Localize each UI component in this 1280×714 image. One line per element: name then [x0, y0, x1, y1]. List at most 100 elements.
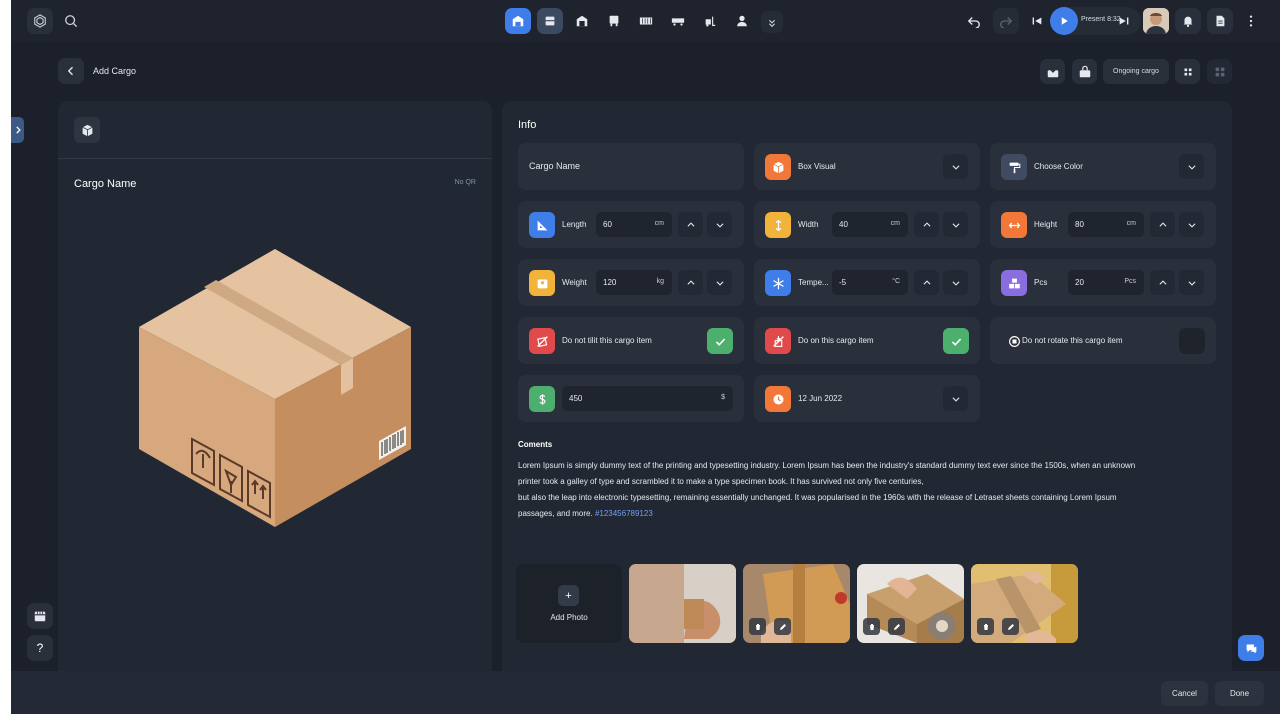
grid-large-view-button[interactable]: [1207, 59, 1232, 84]
comment-tag-link[interactable]: #123456789123: [595, 509, 653, 518]
sidebar-expand-tab[interactable]: [11, 117, 24, 143]
chevron-down-icon: [951, 222, 960, 228]
date-dropdown[interactable]: [943, 386, 968, 411]
grid-view-button[interactable]: [1175, 59, 1200, 84]
import-box-button[interactable]: [1040, 59, 1065, 84]
cargo-photo-1[interactable]: [629, 564, 736, 643]
no-rotate-checkbox[interactable]: [1179, 328, 1205, 354]
width-value: 40: [839, 220, 848, 229]
length-decrement[interactable]: [707, 212, 732, 237]
temperature-increment[interactable]: [914, 270, 939, 295]
height-decrement[interactable]: [1179, 212, 1204, 237]
next-button[interactable]: [1115, 8, 1133, 34]
box-download-icon: [1047, 65, 1058, 77]
pcs-input[interactable]: 20 Pcs: [1068, 270, 1144, 295]
redo-button[interactable]: [993, 8, 1019, 34]
cargo-name-label: Cargo Name: [529, 161, 581, 171]
cargo-photo-3[interactable]: [857, 564, 964, 643]
nav-more-button[interactable]: [761, 11, 783, 33]
delete-photo-2-button[interactable]: [749, 618, 766, 635]
length-label: Length: [562, 220, 587, 229]
width-input[interactable]: 40 cm: [832, 212, 908, 237]
delete-photo-4-button[interactable]: [977, 618, 994, 635]
search-button[interactable]: [58, 8, 84, 34]
cube-view-button[interactable]: [74, 117, 100, 143]
help-button[interactable]: ?: [27, 635, 53, 661]
width-increment[interactable]: [914, 212, 939, 237]
temperature-unit: °C: [892, 278, 900, 285]
color-select[interactable]: Choose Color: [990, 143, 1216, 190]
edit-photo-4-button[interactable]: [1002, 618, 1019, 635]
pcs-decrement[interactable]: [1179, 270, 1204, 295]
length-value: 60: [603, 220, 612, 229]
weight-increment[interactable]: [678, 270, 703, 295]
nav-forklift-button[interactable]: [697, 8, 723, 34]
ongoing-cargo-button[interactable]: Ongoing cargo: [1103, 59, 1169, 84]
notifications-button[interactable]: [1175, 8, 1201, 34]
more-menu-button[interactable]: [1238, 8, 1264, 34]
paint-roller-icon-wrap: [1001, 154, 1027, 180]
comment-line: printer took a galley of type and scramb…: [518, 477, 924, 486]
chat-button[interactable]: [1238, 635, 1264, 661]
nav-warehouse-button[interactable]: [505, 8, 531, 34]
store-button[interactable]: [27, 603, 53, 629]
play-button[interactable]: [1050, 7, 1078, 35]
trash-icon: [755, 623, 760, 630]
width-decrement[interactable]: [943, 212, 968, 237]
temperature-decrement[interactable]: [943, 270, 968, 295]
nav-container-button[interactable]: [633, 8, 659, 34]
edit-photo-2-button[interactable]: [774, 618, 791, 635]
info-heading: Info: [518, 119, 537, 131]
nav-vehicle-button[interactable]: [601, 8, 627, 34]
cardboard-box-illustration: [139, 249, 411, 527]
undo-button[interactable]: [961, 8, 987, 34]
done-button[interactable]: Done: [1215, 681, 1264, 706]
container-icon: [639, 17, 653, 25]
temperature-input[interactable]: -5 °C: [832, 270, 908, 295]
height-input[interactable]: 80 cm: [1068, 212, 1144, 237]
price-input[interactable]: 450 $: [562, 386, 733, 411]
no-tilt-icon: [536, 335, 548, 347]
edit-photo-3-button[interactable]: [888, 618, 905, 635]
bag-button[interactable]: [1072, 59, 1097, 84]
user-avatar[interactable]: [1143, 8, 1169, 34]
height-increment[interactable]: [1150, 212, 1175, 237]
cancel-button[interactable]: Cancel: [1161, 681, 1208, 706]
nav-garage-button[interactable]: [569, 8, 595, 34]
truck-front-icon: [609, 15, 619, 27]
date-select[interactable]: 12 Jun 2022: [754, 375, 980, 422]
box-visual-select[interactable]: Box Visual: [754, 143, 980, 190]
cargo-photo-4[interactable]: [971, 564, 1078, 643]
weight-decrement[interactable]: [707, 270, 732, 295]
documents-button[interactable]: [1207, 8, 1233, 34]
pcs-increment[interactable]: [1150, 270, 1175, 295]
nav-users-button[interactable]: [729, 8, 755, 34]
cargo-photo-2[interactable]: [743, 564, 850, 643]
pcs-icon-wrap: [1001, 270, 1027, 296]
cargo-name-field[interactable]: Cargo Name: [518, 143, 744, 190]
chevron-down-icon: [1187, 222, 1196, 228]
weight-value: 120: [603, 278, 617, 287]
chevron-left-icon: [67, 66, 73, 76]
no-stack-checkbox[interactable]: [943, 328, 969, 354]
weight-input[interactable]: 120 kg: [596, 270, 672, 295]
grid-icon: [1215, 67, 1224, 76]
nav-cargo-button[interactable]: [537, 8, 563, 34]
delete-photo-3-button[interactable]: [863, 618, 880, 635]
color-dropdown[interactable]: [1179, 154, 1204, 179]
length-input[interactable]: 60 cm: [596, 212, 672, 237]
trailer-icon: [671, 18, 685, 26]
box-visual-dropdown[interactable]: [943, 154, 968, 179]
add-photo-button[interactable]: + Add Photo: [516, 564, 622, 643]
no-tilt-checkbox[interactable]: [707, 328, 733, 354]
logo-button[interactable]: [27, 8, 53, 34]
no-stack-icon-wrap: [765, 328, 791, 354]
chevron-down-icon: [951, 280, 960, 286]
previous-button[interactable]: [1027, 8, 1047, 34]
snowflake-icon: [772, 277, 784, 289]
store-icon: [34, 611, 46, 622]
length-increment[interactable]: [678, 212, 703, 237]
nav-trailer-button[interactable]: [665, 8, 691, 34]
back-button[interactable]: [58, 58, 84, 84]
pcs-value: 20: [1075, 278, 1084, 287]
